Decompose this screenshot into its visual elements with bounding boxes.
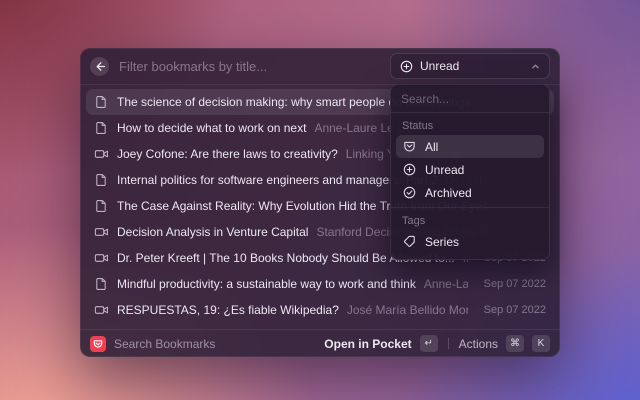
document-icon — [94, 121, 109, 135]
tag-icon — [403, 235, 417, 248]
pocket-logo-icon — [90, 336, 106, 352]
video-icon — [94, 147, 109, 161]
bookmark-title: Mindful productivity: a sustainable way … — [117, 277, 416, 291]
check-circle-icon — [403, 186, 417, 199]
plus-circle-icon — [403, 163, 417, 176]
bookmark-title: Decision Analysis in Venture Capital — [117, 225, 308, 239]
status-filter-dropdown-panel: Status All — [390, 84, 550, 260]
status-filter-label: Unread — [420, 59, 459, 73]
launcher-window: Unread The science of decision making: w… — [80, 48, 560, 357]
enter-key-badge: ↵ — [420, 335, 438, 352]
bookmark-title: How to decide what to work on next — [117, 121, 306, 135]
footer-separator — [448, 338, 449, 349]
document-icon — [94, 173, 109, 187]
dropdown-item[interactable]: Unread — [396, 158, 544, 181]
top-bar: Unread — [80, 48, 560, 84]
dropdown-item[interactable]: All — [396, 135, 544, 158]
video-icon — [94, 225, 109, 239]
footer-bar: Search Bookmarks Open in Pocket ↵ Action… — [80, 330, 560, 357]
bookmark-row[interactable]: Mindful productivity: a sustainable way … — [86, 271, 554, 297]
k-key-badge: K — [532, 335, 550, 352]
inbox-icon — [403, 140, 417, 153]
bookmark-title: RESPUESTAS, 19: ¿Es fiable Wikipedia? — [117, 303, 339, 317]
back-button[interactable] — [90, 57, 109, 76]
dropdown-item-label: Series — [425, 235, 459, 249]
dropdown-item-label: Archived — [425, 186, 472, 200]
primary-action-label[interactable]: Open in Pocket — [324, 337, 411, 351]
status-filter-dropdown-button[interactable]: Unread — [390, 53, 550, 79]
dropdown-search-input[interactable] — [391, 85, 549, 112]
bookmark-date: Sep 07 2022 — [476, 304, 546, 316]
video-icon — [94, 303, 109, 317]
cmd-key-badge: ⌘ — [506, 335, 524, 352]
status-section-header: Status — [396, 116, 544, 135]
bookmark-row[interactable]: RESPUESTAS, 19: ¿Es fiable Wikipedia? Jo… — [86, 297, 554, 323]
bookmark-subtitle: José María Bellido Morillas — [347, 303, 468, 317]
document-icon — [94, 95, 109, 109]
bookmark-subtitle: Anne-Laure Le Cunff — [424, 277, 468, 291]
plus-circle-icon — [400, 60, 413, 73]
actions-label[interactable]: Actions — [459, 337, 498, 351]
dropdown-item-label: Unread — [425, 163, 464, 177]
dropdown-item[interactable]: Archived — [396, 181, 544, 204]
video-icon — [94, 251, 109, 265]
bookmark-date: Sep 07 2022 — [476, 278, 546, 290]
filter-input[interactable] — [119, 59, 390, 74]
tags-section-header: Tags — [396, 211, 544, 230]
document-icon — [94, 199, 109, 213]
chevron-up-icon — [531, 62, 540, 71]
bookmark-title: Joey Cofone: Are there laws to creativit… — [117, 147, 338, 161]
app-name: Search Bookmarks — [114, 337, 215, 351]
tag-options: Series — [396, 230, 544, 253]
arrow-left-icon — [94, 61, 105, 72]
document-icon — [94, 277, 109, 291]
dropdown-item-label: All — [425, 140, 438, 154]
status-options: All Unread — [396, 135, 544, 204]
dropdown-item[interactable]: Series — [396, 230, 544, 253]
